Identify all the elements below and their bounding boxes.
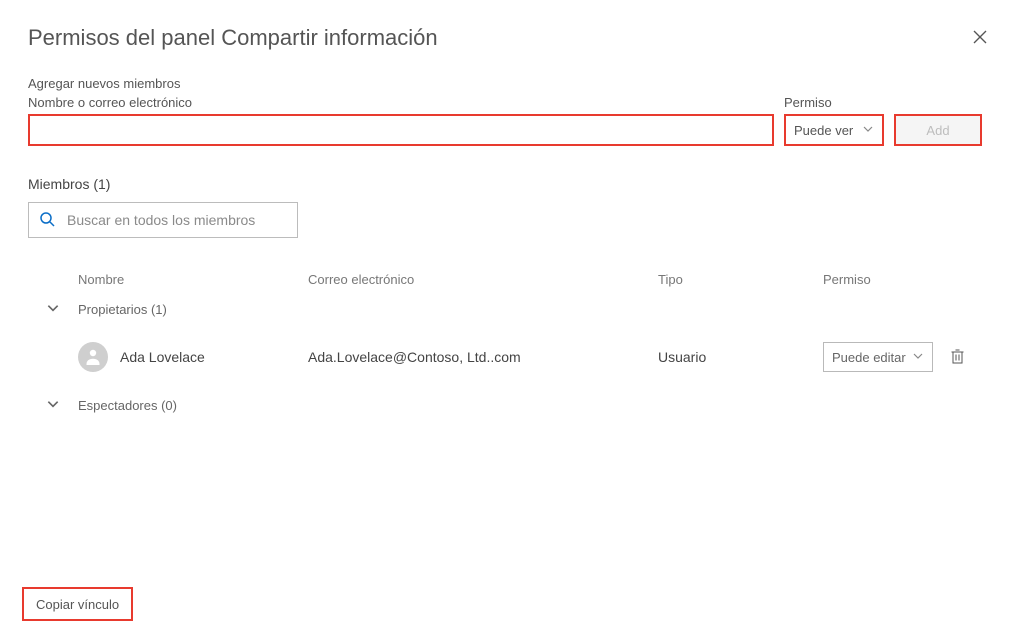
column-header-type: Tipo xyxy=(658,272,823,287)
add-button[interactable]: Add xyxy=(894,114,982,146)
search-icon xyxy=(39,211,55,230)
trash-icon xyxy=(950,348,965,367)
table-row: Ada Lovelace Ada.Lovelace@Contoso, Ltd..… xyxy=(28,331,994,383)
member-permission-dropdown[interactable]: Puede editar xyxy=(823,342,933,372)
chevron-down-icon xyxy=(46,397,60,414)
panel-title: Permisos del panel Compartir información xyxy=(28,25,438,51)
column-header-email: Correo electrónico xyxy=(308,272,658,287)
close-icon xyxy=(973,30,987,47)
chevron-down-icon xyxy=(46,301,60,318)
group-viewers-label: Espectadores (0) xyxy=(78,398,177,413)
group-owners-label: Propietarios (1) xyxy=(78,302,167,317)
column-header-name: Nombre xyxy=(78,272,308,287)
group-row-owners[interactable]: Propietarios (1) xyxy=(28,287,994,331)
copy-link-label: Copiar vínculo xyxy=(36,597,119,612)
permission-dropdown[interactable]: Puede ver xyxy=(784,114,884,146)
member-permission-value: Puede editar xyxy=(832,350,906,365)
chevron-down-icon xyxy=(912,350,924,365)
member-type: Usuario xyxy=(658,349,823,365)
group-row-viewers[interactable]: Espectadores (0) xyxy=(28,383,994,427)
delete-member-button[interactable] xyxy=(943,343,971,371)
members-search-input[interactable] xyxy=(65,203,287,237)
person-icon xyxy=(83,346,103,369)
name-email-input[interactable] xyxy=(28,114,774,146)
chevron-down-icon xyxy=(862,123,874,138)
avatar xyxy=(78,342,108,372)
name-email-label: Nombre o correo electrónico xyxy=(28,95,774,110)
permission-dropdown-value: Puede ver xyxy=(794,123,853,138)
members-search[interactable] xyxy=(28,202,298,238)
close-button[interactable] xyxy=(966,24,994,52)
copy-link-button[interactable]: Copiar vínculo xyxy=(22,587,133,621)
add-button-label: Add xyxy=(926,123,949,138)
member-name: Ada Lovelace xyxy=(120,349,205,365)
column-header-perm: Permiso xyxy=(823,272,943,287)
member-email: Ada.Lovelace@Contoso, Ltd..com xyxy=(308,349,658,365)
permission-label: Permiso xyxy=(784,95,884,110)
members-heading: Miembros (1) xyxy=(28,176,994,192)
add-members-heading: Agregar nuevos miembros xyxy=(28,76,994,91)
